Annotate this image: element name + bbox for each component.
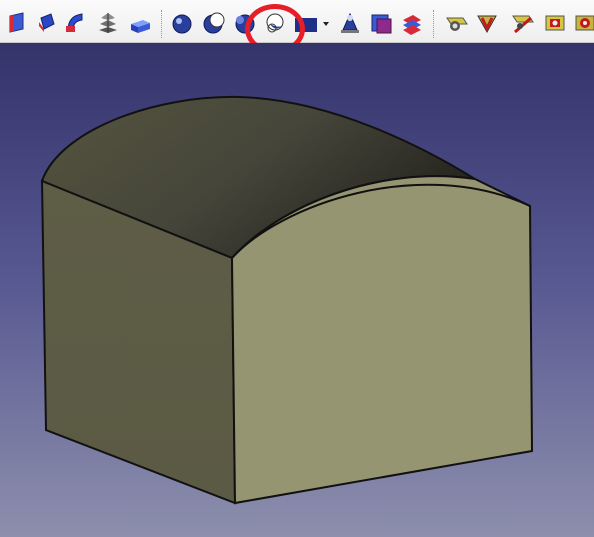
part-revolve-icon[interactable] xyxy=(62,10,88,36)
measure-toggle-3d-icon[interactable] xyxy=(572,10,594,36)
part-fillet-icon[interactable] xyxy=(399,10,425,36)
compound-dropdown-icon[interactable] xyxy=(293,10,331,36)
measure-refresh-icon[interactable] xyxy=(509,10,535,36)
3d-viewport[interactable] xyxy=(0,43,594,537)
3d-scene xyxy=(40,95,534,505)
part-mirror-icon[interactable] xyxy=(368,10,394,36)
front-face xyxy=(230,175,534,505)
part-loft-icon[interactable] xyxy=(95,10,121,36)
part-toolbar xyxy=(0,0,594,54)
measure-linear-icon[interactable] xyxy=(443,10,469,36)
boolean-common-icon[interactable] xyxy=(262,10,288,36)
measure-clear-icon[interactable] xyxy=(542,10,568,36)
part-box-icon[interactable] xyxy=(127,10,153,36)
toolbar-separator xyxy=(433,10,435,38)
boolean-fuse-icon[interactable] xyxy=(231,10,257,36)
part-face-icon[interactable] xyxy=(4,10,30,36)
toolbar-separator xyxy=(161,10,163,38)
part-extrude-icon[interactable] xyxy=(33,10,59,36)
boolean-icon[interactable] xyxy=(170,10,196,36)
part-chamfer-icon[interactable] xyxy=(337,10,363,36)
measure-angular-icon[interactable] xyxy=(474,10,500,36)
boolean-cut-icon[interactable] xyxy=(201,10,227,36)
